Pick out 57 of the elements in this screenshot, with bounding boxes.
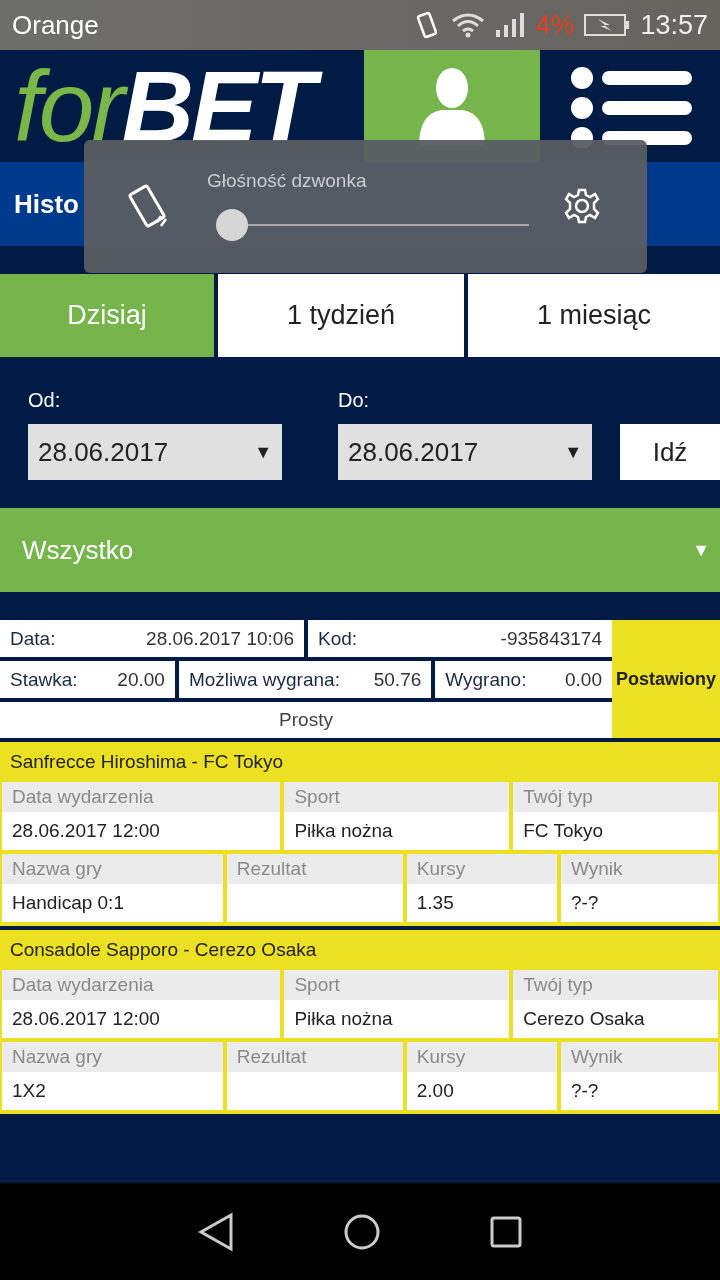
summary-cell: Stawka: 20.00	[0, 661, 175, 698]
field-value: Piłka nożna	[293, 819, 394, 843]
battery-charging-icon	[584, 13, 631, 37]
field-label: Sport	[284, 970, 510, 1000]
from-date-dropdown[interactable]: 28.06.2017 ▼	[28, 424, 282, 480]
field-value: 2.00	[415, 1079, 455, 1103]
battery-percent: 4%	[535, 9, 575, 41]
field-label: Rezultat	[226, 1042, 403, 1072]
logo: forBET	[0, 50, 360, 162]
field-value: FC Tokyo	[522, 819, 605, 843]
field-label: Data wydarzenia	[2, 782, 281, 812]
to-date-dropdown[interactable]: 28.06.2017 ▼	[338, 424, 592, 480]
home-icon[interactable]	[344, 1213, 380, 1250]
field-label: Kursy	[406, 1042, 557, 1072]
go-button[interactable]: Idź	[620, 424, 720, 480]
field-value: ?-?	[569, 891, 600, 915]
carrier-name: Orange	[12, 9, 100, 41]
field-label: Nazwa gry	[2, 1042, 223, 1072]
back-icon[interactable]	[198, 1211, 234, 1252]
field-label: Wynik	[560, 854, 718, 884]
clock-time: 13:57	[640, 9, 708, 41]
volume-title: Głośność dzwonka	[207, 170, 367, 192]
wifi-icon	[451, 12, 486, 38]
field-value: Cerezo Osaka	[522, 1007, 646, 1031]
field-label: Kursy	[406, 854, 557, 884]
field-value: ?-?	[569, 1079, 600, 1103]
field-label: Sport	[284, 782, 510, 812]
event-title: Consadole Sapporo - Cerezo Osaka	[10, 939, 317, 961]
summary-cell: Możliwa wygrana: 50.76	[178, 661, 432, 698]
period-tab[interactable]: 1 tydzień	[218, 274, 464, 357]
field-value: Handicap 0:1	[11, 891, 125, 915]
field-label: Nazwa gry	[2, 854, 223, 884]
slider-thumb[interactable]	[216, 209, 248, 241]
field-value: Piłka nożna	[293, 1007, 394, 1031]
field-value: 28.06.2017 12:00	[11, 1007, 161, 1031]
field-value: 1X2	[11, 1079, 47, 1103]
recents-icon[interactable]	[490, 1215, 522, 1248]
settings-icon[interactable]	[563, 187, 601, 225]
menu-icon	[570, 64, 692, 148]
field-value: 1.35	[415, 891, 455, 915]
field-label: Rezultat	[226, 854, 403, 884]
field-value: 28.06.2017 12:00	[11, 819, 161, 843]
signal-icon	[495, 12, 526, 38]
to-label: Do:	[338, 389, 371, 412]
from-label: Od:	[28, 389, 62, 412]
field-label: Twój typ	[513, 970, 718, 1000]
summary-cell: Kod: -935843174	[308, 620, 612, 657]
field-label: Twój typ	[513, 782, 718, 812]
field-label: Data wydarzenia	[2, 970, 281, 1000]
page-title: Histo	[14, 188, 79, 220]
field-label: Wynik	[560, 1042, 718, 1072]
bet-status: Postawiony	[612, 620, 720, 738]
event-title: Sanfrecce Hiroshima - FC Tokyo	[10, 751, 284, 773]
period-tab[interactable]: 1 miesiąc	[468, 274, 720, 357]
summary-cell: Data: 28.06.2017 10:06	[0, 620, 304, 657]
bet-type: Prosty	[0, 702, 612, 738]
summary-cell: Wygrano: 0.00	[435, 661, 612, 698]
